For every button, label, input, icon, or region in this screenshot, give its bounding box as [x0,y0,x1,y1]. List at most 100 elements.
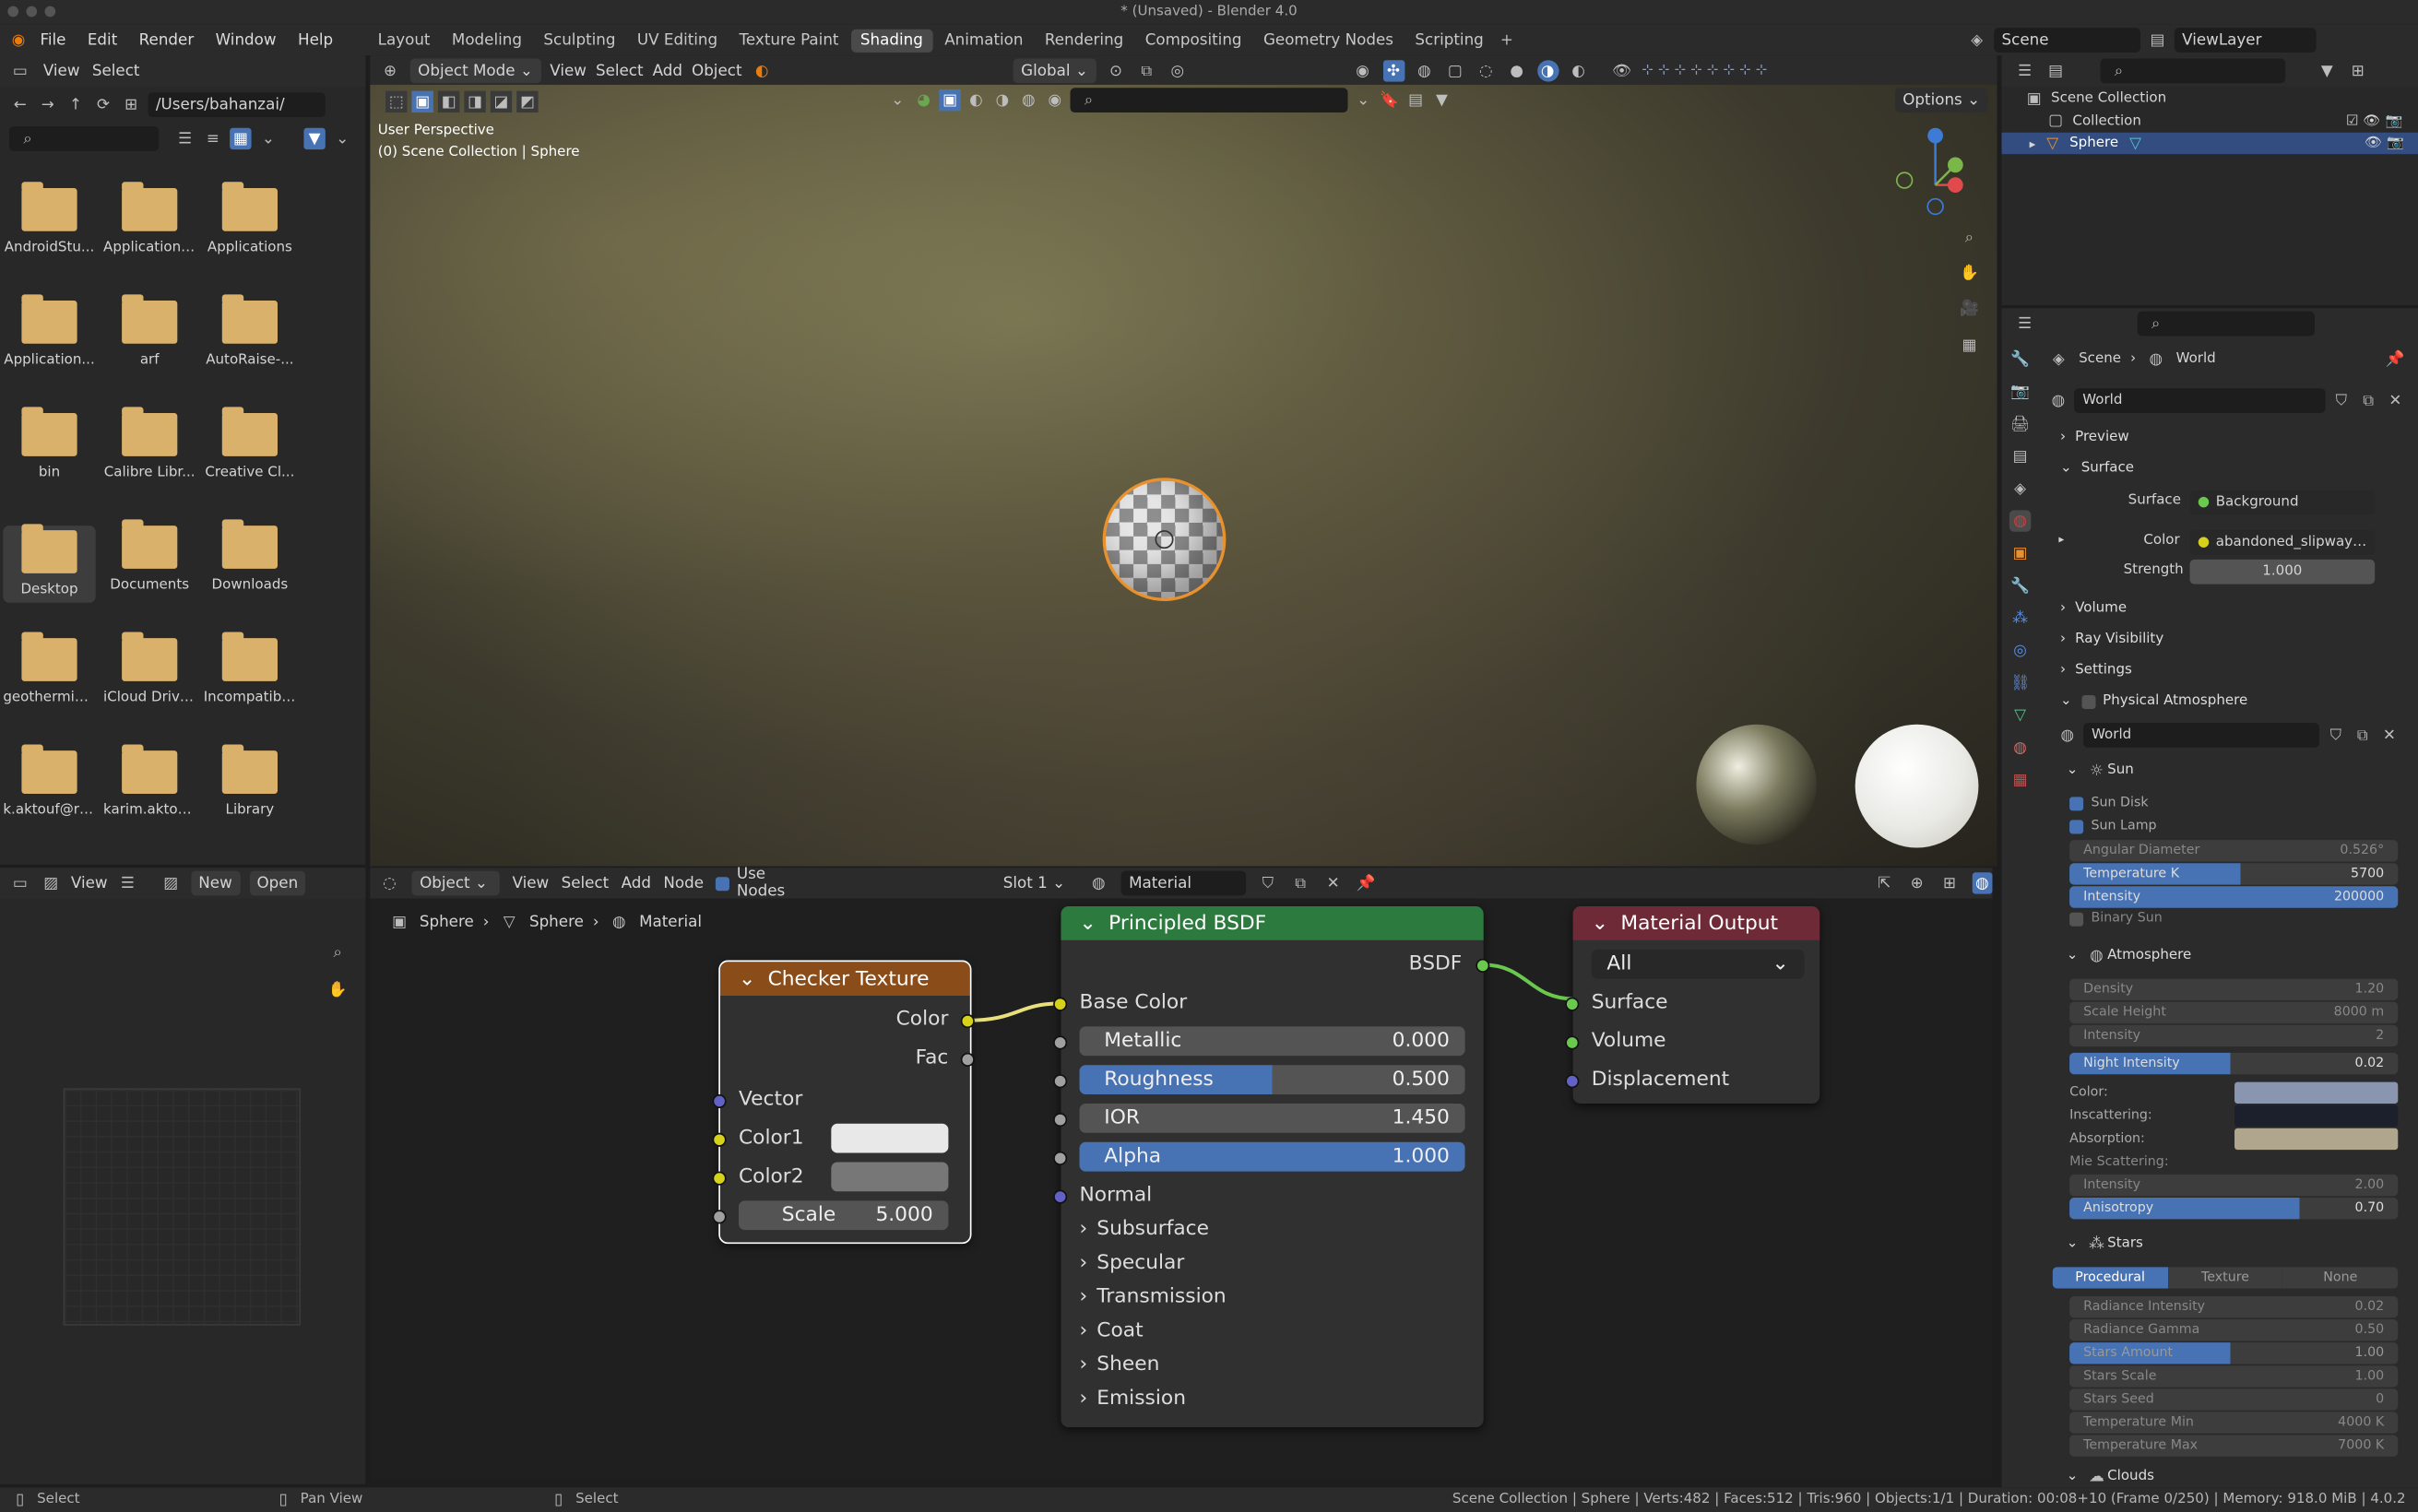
folder-item[interactable]: Downloads [204,519,296,594]
tab-compositing[interactable]: Compositing [1136,29,1251,52]
radiance-intensity-field[interactable]: Radiance Intensity 0.02 [2069,1295,2399,1318]
select-invert-icon[interactable]: ◪ [490,90,513,113]
view-layer-tab-icon[interactable]: ▤ [2009,445,2031,467]
bsdf-node-header[interactable]: ⌄ Principled BSDF [1061,906,1484,940]
checker-fac-output-socket[interactable] [960,1052,975,1067]
folder-item[interactable]: Library [204,744,296,819]
normal-socket[interactable] [1053,1189,1068,1204]
parent-dir-icon[interactable]: ↑ [65,94,86,115]
pa-duplicate-icon[interactable]: ⧉ [2353,725,2373,746]
panel-transmission[interactable]: › Transmission [1080,1285,1227,1319]
folder-item[interactable]: k.aktouf@ru... [3,744,96,819]
particles-tab-icon[interactable]: ⁂ [2009,608,2031,629]
temperature-max-field[interactable]: Temperature Max 7000 K [2069,1435,2399,1457]
panel-sheen[interactable]: › Sheen [1080,1353,1227,1388]
properties-type-icon[interactable]: ☰ [2014,313,2035,334]
pa-unlink-icon[interactable]: ✕ [2379,725,2400,746]
collapse-icon[interactable]: ⌄ [887,89,908,111]
overlay-icon[interactable]: ◍ [1414,60,1435,81]
hamburger-icon[interactable]: ☰ [117,872,138,893]
rendered-shading-icon[interactable]: ◐ [1568,60,1589,81]
anisotropy-field[interactable]: Anisotropy 0.70 [2069,1197,2399,1220]
display-mode-icon[interactable]: ▤ [2045,60,2066,81]
world-duplicate-icon[interactable]: ⧉ [2358,390,2379,411]
output-tab-icon[interactable]: 🖨 [2009,413,2031,434]
viewport-type-icon[interactable]: ⊕ [379,60,400,81]
alpha-socket[interactable] [1053,1151,1068,1165]
pan-hand-icon[interactable]: ✋ [327,979,349,1000]
sun-intensity-field[interactable]: Intensity 200000 [2069,886,2399,908]
color-texture-field[interactable]: ●abandoned_slipway_4k.... [2189,530,2376,555]
image-open-button[interactable]: Open [249,870,306,896]
material-slot-icon[interactable]: ◐ [752,60,773,81]
ne-menu-view[interactable]: View [513,875,550,892]
ior-field[interactable]: IOR 1.450 [1079,1104,1465,1133]
surface-shader-field[interactable]: ● Background [2189,490,2376,515]
folder-item[interactable]: AndroidStu... [3,182,95,256]
metallic-field[interactable]: Metallic 0.000 [1079,1026,1465,1057]
checker-color-output-socket[interactable] [960,1014,975,1029]
stars-amount-field[interactable]: Stars Amount 1.00 [2069,1342,2399,1364]
temperature-field[interactable]: Temperature K 5700 [2069,863,2399,885]
folder-item[interactable]: Applications [204,182,296,256]
vp-menu-object[interactable]: Object [692,63,741,79]
physics-tab-icon[interactable]: ◎ [2009,640,2031,661]
camera-view-icon[interactable]: 🎥 [1959,298,1980,319]
world-fake-user-icon[interactable]: ⛉ [2331,390,2353,411]
snap-type-icon[interactable]: ⊞ [1939,872,1960,893]
proportional-icon[interactable]: ◎ [1167,60,1188,81]
render-pass-icon[interactable]: ◑ [991,89,1013,111]
forward-icon[interactable]: → [37,94,58,115]
folder-item[interactable]: Calibre Libr... [103,407,196,481]
ne-menu-node[interactable]: Node [663,875,704,892]
sun-disk-checkbox[interactable]: Sun Disk [2069,796,2149,810]
color1-swatch[interactable] [831,1123,949,1153]
data-tab-icon[interactable]: ▽ [2009,704,2031,726]
node-overlay-icon[interactable]: ◍ [1972,872,1993,894]
stars-scale-field[interactable]: Stars Scale 1.00 [2069,1365,2399,1388]
new-folder-icon[interactable]: ⊞ [120,94,141,115]
world-tab-icon[interactable]: ◍ [2009,510,2032,532]
menu-file[interactable]: File [30,31,77,48]
outliner-type-icon[interactable]: ☰ [2014,60,2035,81]
principled-bsdf-node[interactable]: ⌄ Principled BSDF BSDF Base Color Metalli… [1053,906,1490,1428]
outliner-collection[interactable]: ▢ Collection ☑👁📷 [2045,110,2407,133]
studio-light-icon[interactable]: ◍ [1018,89,1039,111]
material-shading-icon[interactable]: ◑ [1536,60,1559,82]
tab-geometry-nodes[interactable]: Geometry Nodes [1254,29,1403,52]
stars-seed-field[interactable]: Stars Seed 0 [2069,1388,2399,1411]
ior-socket[interactable] [1053,1113,1068,1128]
section-settings[interactable]: › Settings [2051,656,2406,684]
tab-uv-editing[interactable]: UV Editing [628,29,727,52]
panel-subsurface[interactable]: › Subsurface [1080,1218,1227,1252]
folder-item[interactable]: arf [103,294,196,369]
fb-menu-view[interactable]: View [43,63,80,79]
section-preview[interactable]: › Preview [2051,424,2406,452]
folder-item[interactable]: bin [3,407,95,481]
checker-node-header[interactable]: ⌄ Checker Texture [719,962,970,996]
new-collection-icon[interactable]: ⊞ [2347,60,2368,81]
roughness-field[interactable]: Roughness 0.500 [1079,1065,1465,1094]
folder-item[interactable]: AutoRaise-... [204,294,296,369]
scale-input-socket[interactable] [712,1210,727,1224]
world-icon[interactable]: ◐ [966,89,987,111]
panel-specular[interactable]: › Specular [1080,1252,1227,1286]
roughness-socket[interactable] [1053,1074,1068,1089]
gizmo-icon[interactable]: ✣ [1382,60,1405,82]
select-subtract-icon[interactable]: ◨ [464,90,486,113]
world-unlink-icon[interactable]: ✕ [2385,390,2406,411]
scale-height-field[interactable]: Scale Height 8000 m [2069,1001,2399,1024]
absorption-swatch[interactable] [2234,1128,2399,1151]
material-tab-icon[interactable]: ◍ [2009,737,2031,758]
view-layer-field[interactable]: ViewLayer [2174,28,2317,53]
list-vertical-icon[interactable]: ☰ [174,128,196,149]
refresh-icon[interactable]: ⟳ [92,94,113,115]
filter-icon[interactable]: ▼ [303,127,326,150]
path-field[interactable]: /Users/bahanzai/ [148,92,326,118]
tool-tab-icon[interactable]: 🔧 [2009,348,2031,370]
use-nodes-checkbox[interactable]: Use Nodes [716,867,813,900]
color-expand-icon[interactable]: ▸ [2058,533,2064,545]
output-target-dropdown[interactable]: All ⌄ [1591,949,1805,979]
pa-fake-user-icon[interactable]: ⛉ [2326,725,2346,746]
vp-menu-view[interactable]: View [550,63,587,79]
